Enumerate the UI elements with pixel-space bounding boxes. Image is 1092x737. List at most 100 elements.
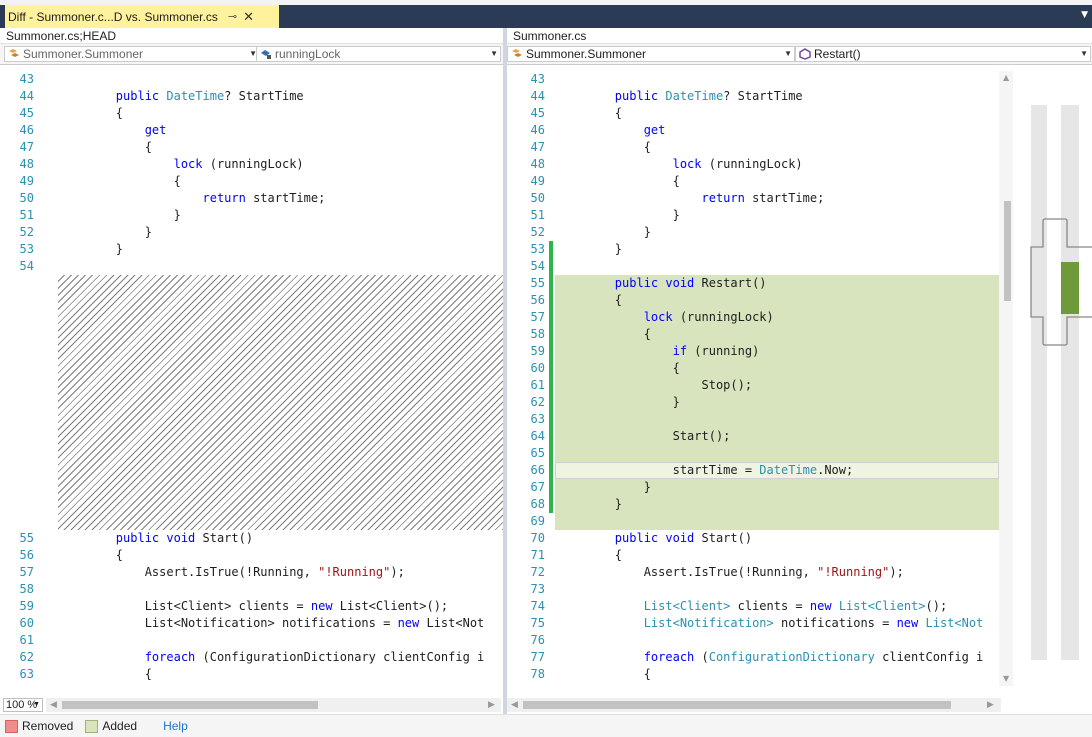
code-line[interactable]: 64: [0, 683, 503, 686]
code-text: {: [58, 105, 123, 122]
code-token: {: [557, 667, 651, 681]
diff-document-tab[interactable]: Diff - Summoner.c...D vs. Summoner.cs ⊸ …: [5, 5, 279, 28]
code-line[interactable]: 47 {: [0, 139, 503, 156]
code-line[interactable]: 44 public DateTime? StartTime: [0, 88, 503, 105]
code-text: {: [557, 292, 622, 309]
code-token: );: [889, 565, 904, 579]
code-line[interactable]: 43: [0, 71, 503, 88]
code-token: List<Not: [925, 616, 984, 630]
code-line[interactable]: 60 List<Notification> notifications = ne…: [0, 615, 503, 632]
overview-right-track: [1061, 105, 1079, 660]
scroll-down-icon[interactable]: ▼: [1003, 674, 1009, 683]
close-icon[interactable]: ✕: [243, 9, 254, 25]
code-line[interactable]: 52 }: [0, 224, 503, 241]
code-line[interactable]: 45 {: [0, 105, 503, 122]
code-token: List<Client>();: [332, 599, 449, 613]
code-line[interactable]: 46 get: [0, 122, 503, 139]
code-line[interactable]: 49 {: [0, 173, 503, 190]
code-text: List<Notification> notifications = new L…: [58, 615, 485, 632]
removed-swatch: [5, 719, 18, 733]
line-number: 61: [530, 378, 545, 392]
right-file-header: Summoner.cs: [507, 28, 1092, 44]
right-diff-pane: Summoner.cs Summoner.Summoner ▼ Restart(…: [507, 28, 1092, 686]
code-line[interactable]: 51 }: [0, 207, 503, 224]
line-number: 59: [530, 344, 545, 358]
left-class-combo[interactable]: Summoner.Summoner ▼: [4, 46, 260, 62]
code-token: }: [58, 208, 181, 222]
line-number: 55: [530, 276, 545, 290]
code-line[interactable]: 62 foreach (ConfigurationDictionary clie…: [0, 649, 503, 666]
code-token: );: [390, 565, 405, 579]
scroll-left-icon[interactable]: ◀: [511, 698, 518, 712]
scroll-left-icon[interactable]: ◀: [50, 698, 57, 712]
left-horizontal-scrollbar[interactable]: ◀ ▶: [46, 698, 501, 712]
line-number: 54: [530, 259, 545, 273]
code-token: }: [557, 225, 651, 239]
right-horizontal-scrollbar[interactable]: ◀ ▶: [507, 698, 1001, 712]
code-line[interactable]: 63 {: [0, 666, 503, 683]
right-member-combo[interactable]: Restart() ▼: [795, 46, 1091, 62]
code-text: {: [58, 547, 123, 564]
code-line[interactable]: 48 lock (runningLock): [0, 156, 503, 173]
code-token: ConfigurationDictionary: [708, 650, 875, 664]
code-line[interactable]: 53 }: [0, 241, 503, 258]
left-member-combo-value: runningLock: [275, 47, 341, 61]
legend-removed-label: Removed: [22, 719, 74, 733]
line-number: 47: [19, 140, 34, 154]
code-line[interactable]: 57 Assert.IsTrue(!Running, "!Running");: [0, 564, 503, 581]
line-number: 44: [530, 89, 545, 103]
scrollbar-thumb[interactable]: [523, 701, 951, 709]
code-line[interactable]: 59 List<Client> clients = new List<Clien…: [0, 598, 503, 615]
diff-overview-margin[interactable]: [1013, 71, 1092, 686]
code-text: }: [557, 224, 651, 241]
pin-icon[interactable]: ⊸: [228, 10, 237, 23]
code-text: }: [557, 394, 680, 411]
scroll-right-icon[interactable]: ▶: [488, 698, 495, 712]
code-text: lock (runningLock): [557, 309, 774, 326]
scroll-right-icon[interactable]: ▶: [987, 698, 994, 712]
code-line[interactable]: 61: [0, 632, 503, 649]
line-number: 67: [530, 480, 545, 494]
scrollbar-thumb[interactable]: [1004, 201, 1011, 301]
left-member-combo[interactable]: runningLock ▼: [256, 46, 501, 62]
code-token: new: [809, 599, 832, 613]
line-number: 65: [530, 446, 545, 460]
code-line[interactable]: 55 public void Start(): [0, 530, 503, 547]
line-number: 52: [530, 225, 545, 239]
scroll-up-icon[interactable]: ▲: [1003, 73, 1009, 82]
code-token: List<Not: [419, 616, 485, 630]
scrollbar-thumb[interactable]: [62, 701, 318, 709]
code-token: List<Client> clients =: [58, 599, 311, 613]
code-line[interactable]: 54: [0, 258, 503, 275]
left-diff-pane: Summoner.cs;HEAD Summoner.Summoner ▼ run…: [0, 28, 503, 686]
code-token: startTime;: [744, 191, 825, 205]
code-text: }: [58, 224, 152, 241]
code-token: foreach: [643, 650, 695, 664]
code-token: }: [557, 497, 623, 511]
code-line[interactable]: 56 {: [0, 547, 503, 564]
right-class-combo[interactable]: Summoner.Summoner ▼: [507, 46, 795, 62]
class-icon: [9, 49, 19, 57]
code-line[interactable]: 50 return startTime;: [0, 190, 503, 207]
class-icon: [512, 49, 522, 57]
code-token: (: [694, 650, 709, 664]
code-text: foreach (ConfigurationDictionary clientC…: [58, 649, 485, 666]
tab-overflow-dropdown-icon[interactable]: ▼: [1081, 10, 1088, 20]
zoom-combo[interactable]: 100 % ▼: [3, 698, 43, 712]
code-line[interactable]: 58: [0, 581, 503, 598]
code-text: {: [58, 139, 152, 156]
left-code-editor[interactable]: 43 44 public DateTime? StartTime 45 {46 ge…: [0, 71, 503, 686]
overview-viewport-lens[interactable]: [1027, 217, 1092, 347]
code-token: if: [672, 344, 688, 358]
code-text: lock (runningLock): [58, 156, 304, 173]
line-number: 66: [530, 463, 545, 477]
code-token: Start(): [701, 531, 753, 545]
help-link[interactable]: Help: [163, 719, 188, 733]
